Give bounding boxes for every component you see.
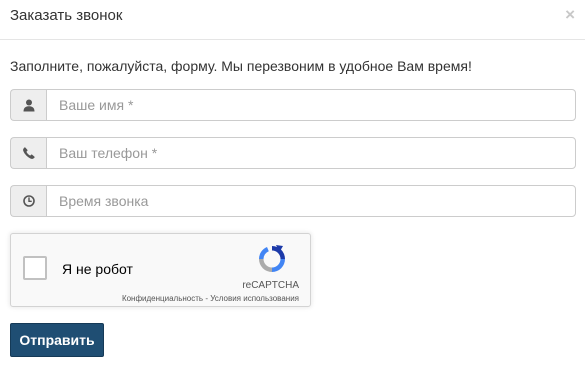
user-icon <box>10 89 46 121</box>
intro-text: Заполните, пожалуйста, форму. Мы перезво… <box>10 58 472 74</box>
recaptcha-widget: Я не робот reCAPTCHA Конфиденциальность … <box>10 233 311 307</box>
time-input-group <box>10 185 576 217</box>
privacy-link[interactable]: Конфиденциальность <box>122 294 203 303</box>
submit-button[interactable]: Отправить <box>10 323 104 357</box>
name-input-group <box>10 89 576 121</box>
terms-link[interactable]: Условия использования <box>210 294 299 303</box>
name-input[interactable] <box>46 89 576 121</box>
recaptcha-brand: reCAPTCHA <box>242 280 299 291</box>
recaptcha-checkbox[interactable] <box>23 256 47 280</box>
callback-modal: Заказать звонок × Заполните, пожалуйста,… <box>0 0 585 367</box>
phone-input[interactable] <box>46 137 576 169</box>
clock-icon <box>10 185 46 217</box>
recaptcha-logo-icon <box>259 245 285 272</box>
phone-input-group <box>10 137 576 169</box>
phone-icon <box>10 137 46 169</box>
close-icon[interactable]: × <box>565 6 575 24</box>
modal-title: Заказать звонок <box>10 7 123 24</box>
recaptcha-links: Конфиденциальность - Условия использован… <box>122 294 299 304</box>
time-input[interactable] <box>46 185 576 217</box>
modal-header: Заказать звонок × <box>0 0 585 40</box>
recaptcha-label: Я не робот <box>62 261 133 277</box>
